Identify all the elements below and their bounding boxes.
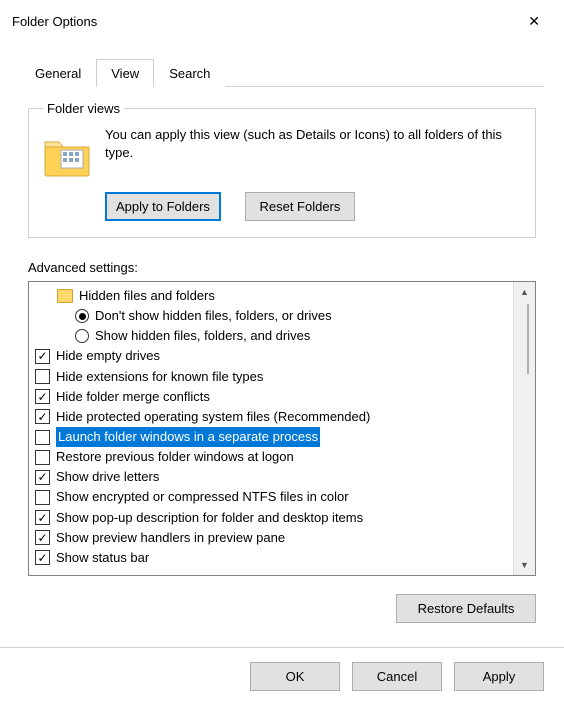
tab-view[interactable]: View (96, 59, 154, 87)
checkbox[interactable] (35, 510, 50, 525)
checkbox[interactable] (35, 490, 50, 505)
close-icon[interactable]: ✕ (516, 9, 552, 34)
tab-general[interactable]: General (20, 59, 96, 87)
checkbox[interactable] (35, 450, 50, 465)
restore-defaults-button[interactable]: Restore Defaults (396, 594, 536, 623)
checkbox[interactable] (35, 430, 50, 445)
radio-icon[interactable] (75, 329, 89, 343)
checkbox[interactable] (35, 389, 50, 404)
setting-label: Restore previous folder windows at logon (56, 447, 294, 467)
setting-label: Hide extensions for known file types (56, 367, 263, 387)
setting-row[interactable]: Hide extensions for known file types (35, 367, 511, 387)
setting-label: Hide empty drives (56, 346, 160, 366)
setting-row[interactable]: Restore previous folder windows at logon (35, 447, 511, 467)
scroll-up-icon[interactable]: ▲ (514, 282, 535, 302)
advanced-settings-label: Advanced settings: (28, 260, 536, 275)
apply-button[interactable]: Apply (454, 662, 544, 691)
advanced-settings-box: Hidden files and foldersDon't show hidde… (28, 281, 536, 576)
setting-row[interactable]: Show encrypted or compressed NTFS files … (35, 487, 511, 507)
setting-label: Hide protected operating system files (R… (56, 407, 370, 427)
setting-row[interactable]: Show drive letters (35, 467, 511, 487)
setting-label: Show encrypted or compressed NTFS files … (56, 487, 349, 507)
setting-row[interactable]: Hide empty drives (35, 346, 511, 366)
tab-search[interactable]: Search (154, 59, 225, 87)
checkbox[interactable] (35, 550, 50, 565)
setting-row[interactable]: Show preview handlers in preview pane (35, 528, 511, 548)
setting-row[interactable]: Launch folder windows in a separate proc… (35, 427, 511, 447)
reset-folders-button[interactable]: Reset Folders (245, 192, 355, 221)
setting-row[interactable]: Hide protected operating system files (R… (35, 407, 511, 427)
setting-label: Show drive letters (56, 467, 159, 487)
setting-label: Show pop-up description for folder and d… (56, 508, 363, 528)
checkbox[interactable] (35, 530, 50, 545)
folder-views-legend: Folder views (43, 101, 124, 116)
checkbox[interactable] (35, 349, 50, 364)
window-title: Folder Options (12, 14, 97, 29)
tree-group-hidden-files: Hidden files and folders (35, 286, 511, 306)
folder-views-group: Folder views You can apply this view (su… (28, 101, 536, 238)
radio-label: Show hidden files, folders, and drives (95, 326, 310, 346)
cancel-button[interactable]: Cancel (352, 662, 442, 691)
scroll-thumb[interactable] (527, 304, 529, 374)
checkbox[interactable] (35, 470, 50, 485)
tab-strip: General View Search (20, 58, 544, 87)
advanced-settings-list[interactable]: Hidden files and foldersDon't show hidde… (29, 282, 513, 575)
checkbox[interactable] (35, 409, 50, 424)
group-label: Hidden files and folders (79, 286, 215, 306)
setting-label: Launch folder windows in a separate proc… (56, 427, 320, 447)
setting-label: Show preview handlers in preview pane (56, 528, 285, 548)
radio-icon[interactable] (75, 309, 89, 323)
folder-mini-icon (57, 289, 73, 303)
scrollbar[interactable]: ▲ ▼ (513, 282, 535, 575)
setting-label: Hide folder merge conflicts (56, 387, 210, 407)
apply-to-folders-button[interactable]: Apply to Folders (105, 192, 221, 221)
scroll-down-icon[interactable]: ▼ (514, 555, 535, 575)
setting-row[interactable]: Hide folder merge conflicts (35, 387, 511, 407)
setting-label: Show status bar (56, 548, 149, 568)
radio-dont-show-hidden[interactable]: Don't show hidden files, folders, or dri… (35, 306, 511, 326)
radio-show-hidden[interactable]: Show hidden files, folders, and drives (35, 326, 511, 346)
folder-icon (43, 134, 91, 178)
setting-row[interactable]: Show pop-up description for folder and d… (35, 508, 511, 528)
ok-button[interactable]: OK (250, 662, 340, 691)
radio-label: Don't show hidden files, folders, or dri… (95, 306, 332, 326)
checkbox[interactable] (35, 369, 50, 384)
folder-views-text: You can apply this view (such as Details… (105, 126, 521, 161)
setting-row[interactable]: Show status bar (35, 548, 511, 568)
